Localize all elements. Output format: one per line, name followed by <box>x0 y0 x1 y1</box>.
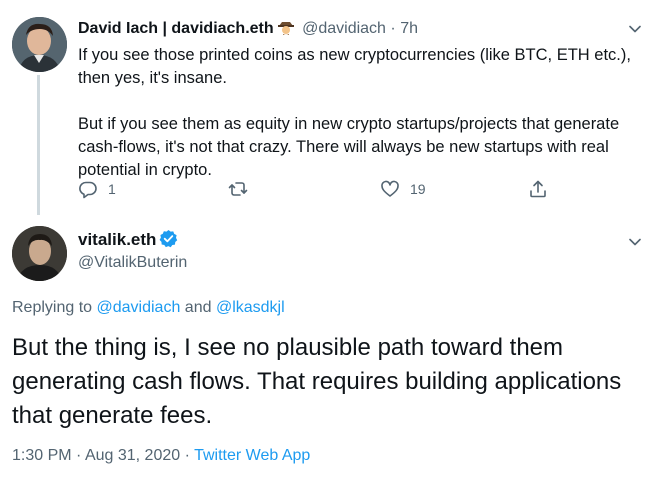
retweet-button[interactable] <box>228 179 258 199</box>
verified-badge-icon <box>159 229 178 248</box>
avatar-davidiach[interactable] <box>12 17 67 72</box>
tweet2-display-name-row: vitalik.eth <box>78 229 178 250</box>
tweet1-body: If you see those printed coins as new cr… <box>78 44 648 182</box>
tweet2-footer: 1:30 PM · Aug 31, 2020 · Twitter Web App <box>12 447 310 465</box>
share-icon <box>530 180 546 198</box>
avatar-image <box>12 226 67 281</box>
like-button[interactable]: 19 <box>380 179 426 199</box>
tweet2-date[interactable]: Aug 31, 2020 <box>85 447 180 464</box>
tweet1-paragraph-2: But if you see them as equity in new cry… <box>78 115 620 179</box>
like-count: 19 <box>410 181 426 197</box>
detective-emoji-icon <box>277 19 295 35</box>
tweet1-paragraph-1: If you see those printed coins as new cr… <box>78 46 631 87</box>
tweet1-handle[interactable]: @davidiach <box>302 20 386 37</box>
tweet2-handle[interactable]: @VitalikButerin <box>78 254 187 272</box>
tweet2-time[interactable]: 1:30 PM <box>12 447 72 464</box>
tweet2-display-name[interactable]: vitalik.eth <box>78 230 156 249</box>
reply-icon <box>79 181 97 199</box>
replying-to-line: Replying to @davidiach and @lkasdkjl <box>12 299 285 317</box>
thread-connector-line <box>37 75 40 215</box>
tweet2-more-chevron-down-icon[interactable] <box>628 235 642 249</box>
replying-prefix: Replying to <box>12 299 93 316</box>
tweet1-display-name[interactable]: David Iach | davidiach.eth <box>78 20 274 37</box>
mention-lkasdkjl-link[interactable]: @lkasdkjl <box>216 299 285 316</box>
footer-separator-1: · <box>76 447 82 464</box>
tweet1-action-bar: 1 19 <box>78 179 558 205</box>
avatar-image <box>12 17 67 72</box>
tweet1-more-chevron-down-icon[interactable] <box>628 22 642 36</box>
footer-separator-2: · <box>184 447 190 464</box>
tweet1-time[interactable]: 7h <box>400 20 418 37</box>
avatar-vitalikbuterin[interactable] <box>12 226 67 281</box>
replying-and-word: and <box>184 299 212 316</box>
heart-icon <box>381 180 399 197</box>
retweet-icon <box>228 182 248 196</box>
reply-button[interactable]: 1 <box>78 179 116 199</box>
tweet1-separator: · <box>390 20 396 37</box>
tweet2-body: But the thing is, I see no plausible pat… <box>12 334 622 429</box>
tweet-source-link[interactable]: Twitter Web App <box>194 447 310 464</box>
share-button[interactable] <box>528 179 548 199</box>
tweet1-header: David Iach | davidiach.eth @davidiach · … <box>78 19 418 38</box>
mention-davidiach-link[interactable]: @davidiach <box>97 299 181 316</box>
reply-count: 1 <box>108 181 116 197</box>
